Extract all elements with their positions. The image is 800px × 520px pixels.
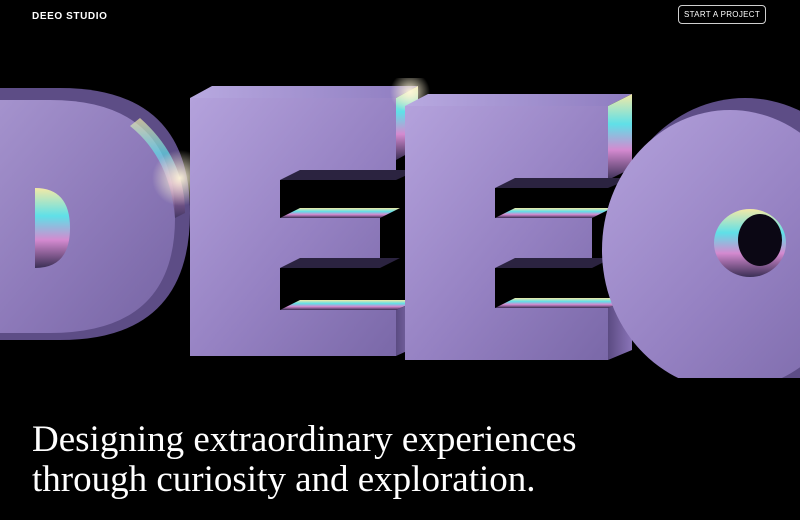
- letter-e-3d-first: [190, 78, 430, 356]
- tagline-line-2: through curiosity and exploration.: [32, 459, 536, 500]
- hero-3d-letters: [0, 78, 800, 378]
- tagline-line-1: Designing extraordinary experiences: [32, 419, 577, 460]
- start-project-button[interactable]: START A PROJECT: [678, 5, 766, 24]
- letter-e-3d-second: [405, 94, 632, 360]
- hero-tagline: Designing extraordinary experiences thro…: [32, 420, 652, 500]
- site-header: DEEO STUDIO START A PROJECT: [0, 0, 800, 34]
- logo[interactable]: DEEO STUDIO: [32, 11, 108, 22]
- letter-d-3d: [0, 88, 208, 340]
